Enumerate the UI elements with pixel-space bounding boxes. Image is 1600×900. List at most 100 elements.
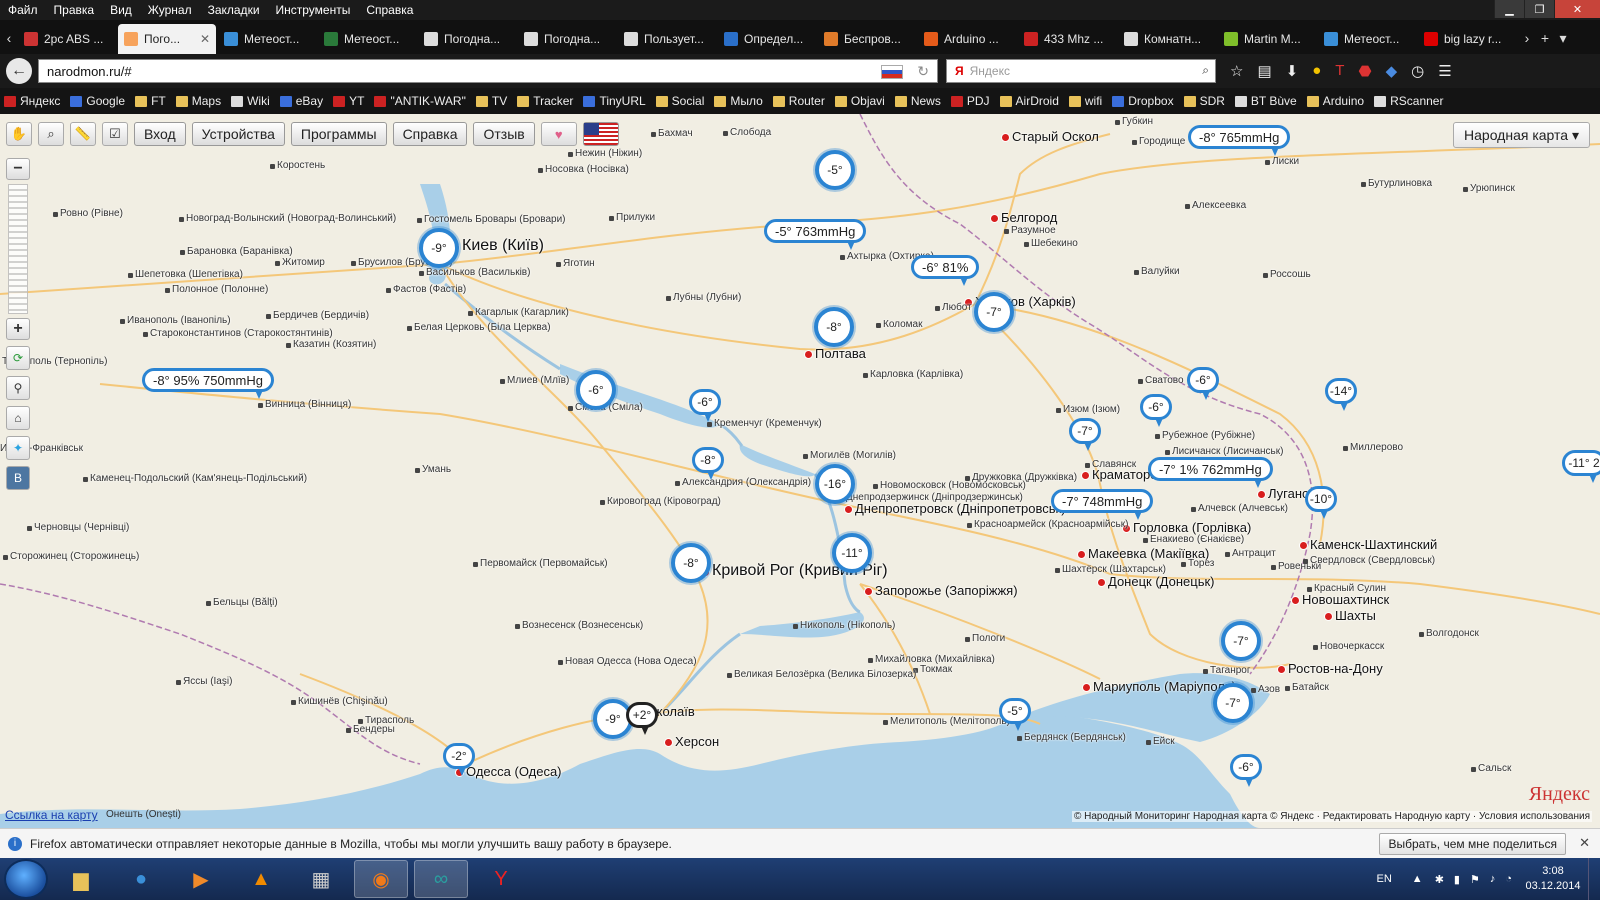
weather-sensor-pin[interactable]: -6° [1230, 754, 1262, 787]
browser-tab[interactable]: Метеост... [218, 24, 316, 54]
weather-sensor-pin[interactable]: -6° [1187, 367, 1219, 400]
weather-sensor-pin[interactable]: -6° [1140, 394, 1172, 427]
vk-icon[interactable]: B [6, 466, 30, 490]
weather-sensor-pin[interactable]: +2° [626, 702, 658, 735]
bookmark-item[interactable]: YT [333, 94, 364, 108]
calculator-icon[interactable]: ▦ [294, 860, 348, 898]
weather-sensor-pin[interactable]: -7° [1069, 418, 1101, 451]
weather-sensor-pin[interactable]: -6° [689, 389, 721, 422]
tabs-scroll-left-icon[interactable]: ‹ [0, 22, 18, 54]
map-copyright[interactable]: © Народный Мониторинг Народная карта © Я… [1072, 811, 1592, 822]
browser-tab[interactable]: Пого... ✕ [118, 24, 216, 54]
tray-expand-icon[interactable]: ▲ [1412, 873, 1423, 885]
help-button[interactable]: Справка [392, 122, 468, 146]
zoom-out-icon[interactable]: − [6, 158, 30, 180]
layer-select[interactable]: Народная карта ▾ [1453, 122, 1590, 148]
weather-station-marker[interactable]: -7° [1221, 621, 1261, 661]
tabs-scroll-right-icon[interactable]: › [1518, 22, 1536, 54]
menu-item[interactable]: Журнал [140, 3, 200, 17]
bookmark-item[interactable]: BT Bùve [1234, 94, 1297, 108]
programs-button[interactable]: Программы [290, 122, 387, 146]
browser-tab[interactable]: Пользует... [618, 24, 716, 54]
weather-sensor-pin[interactable]: -11° 2 [1562, 450, 1600, 483]
new-tab-icon[interactable]: + [1536, 22, 1554, 54]
english-flag-icon[interactable] [582, 122, 619, 146]
reload-icon[interactable]: ↻ [917, 63, 929, 80]
weather-sensor-pin[interactable]: -2° [443, 743, 475, 776]
twitter-icon[interactable]: ✦ [6, 436, 30, 460]
extension-icon[interactable]: ● [1312, 62, 1321, 80]
bookmark-item[interactable]: Maps [175, 94, 221, 108]
bookmark-item[interactable]: eBay [279, 94, 323, 108]
browser-tab[interactable]: Погодна... [518, 24, 616, 54]
bookmark-item[interactable]: PDJ [950, 94, 990, 108]
bookmark-item[interactable]: Мыло [714, 94, 763, 108]
browser-tab[interactable]: 2pc ABS ... [18, 24, 116, 54]
login-button[interactable]: Вход [134, 122, 186, 146]
menu-item[interactable]: Вид [102, 3, 140, 17]
extension-blue-icon[interactable]: ◆ [1386, 62, 1398, 80]
hand-tool-icon[interactable]: ✋ [6, 122, 32, 146]
action-center-icon[interactable]: ⚑ [1470, 873, 1480, 886]
browser-tab[interactable]: Martin M... [1218, 24, 1316, 54]
firefox-icon[interactable]: ◉ [354, 860, 408, 898]
downloads-icon[interactable]: ⬇ [1286, 62, 1299, 80]
bookmark-item[interactable]: "ANTIK-WAR" [374, 94, 466, 108]
arduino-icon[interactable]: ∞ [414, 860, 468, 898]
weather-reading-bubble[interactable]: -7° 1% 762mmHg [1148, 457, 1273, 488]
browser-tab[interactable]: Метеост... [318, 24, 416, 54]
tab-close-icon[interactable]: ✕ [200, 32, 210, 46]
weather-station-marker[interactable]: -16° [815, 464, 855, 504]
weather-station-marker[interactable]: -5° [815, 150, 855, 190]
weather-station-marker[interactable]: -7° [1213, 683, 1253, 723]
bookmark-item[interactable]: TinyURL [583, 94, 646, 108]
weather-sensor-pin[interactable]: -5° [999, 698, 1031, 731]
explorer-icon[interactable]: ▆ [54, 860, 108, 898]
restore-icon[interactable]: ❐ [1524, 0, 1554, 18]
search-input[interactable]: Я Яндекс ⌕ [946, 59, 1216, 83]
weather-sensor-pin[interactable]: -14° [1325, 378, 1357, 411]
weather-station-marker[interactable]: -6° [576, 370, 616, 410]
bookmark-star-icon[interactable]: ☆ [1230, 62, 1243, 80]
minimize-icon[interactable]: ▁ [1494, 0, 1524, 18]
search-icon[interactable]: ⌕ [1202, 63, 1209, 78]
bookmark-item[interactable]: Router [772, 94, 825, 108]
weather-reading-bubble[interactable]: -6° 81% [911, 255, 980, 286]
start-button[interactable] [4, 859, 48, 899]
menu-item[interactable]: Правка [46, 3, 103, 17]
network-icon[interactable]: ▮ [1454, 873, 1460, 886]
close-window-icon[interactable]: ✕ [1554, 0, 1600, 18]
browser-tab[interactable]: big lazy r... [1418, 24, 1516, 54]
menu-item[interactable]: Справка [358, 3, 421, 17]
ruler-icon[interactable]: 📏 [70, 122, 96, 146]
browser-tab[interactable]: Метеост... [1318, 24, 1416, 54]
bookmark-item[interactable]: Arduino [1306, 94, 1364, 108]
menu-item[interactable]: Закладки [200, 3, 268, 17]
devices-button[interactable]: Устройства [191, 122, 285, 146]
weather-reading-bubble[interactable]: -7° 748mmHg [1051, 489, 1154, 520]
volume-icon[interactable]: ♪ [1490, 873, 1496, 885]
bookmark-item[interactable]: News [894, 94, 941, 108]
vlc-icon[interactable]: ▲ [234, 860, 288, 898]
map-link[interactable]: Ссылка на карту [5, 808, 98, 822]
browser-tab[interactable]: Arduino ... [918, 24, 1016, 54]
yandex-browser-icon[interactable]: Y [474, 860, 528, 898]
url-bar[interactable]: narodmon.ru/# ↻ [38, 59, 938, 83]
language-indicator[interactable]: EN [1377, 873, 1392, 885]
ie-icon[interactable]: ● [114, 860, 168, 898]
feedback-button[interactable]: Отзыв [473, 122, 535, 146]
adblock-icon[interactable]: ⬣ [1358, 62, 1371, 80]
bluetooth-icon[interactable]: ✱ [1435, 873, 1444, 886]
menu-item[interactable]: Файл [0, 3, 46, 17]
piggy-bank-icon[interactable]: ♥ [540, 122, 577, 146]
menu-icon[interactable]: ☰ [1438, 62, 1451, 80]
history-icon[interactable]: ◷ [1411, 62, 1424, 80]
zoom-slider[interactable] [8, 184, 28, 314]
weather-station-marker[interactable]: -9° [419, 228, 459, 268]
bookmark-item[interactable]: RScanner [1374, 94, 1443, 108]
bookmark-item[interactable]: Google [70, 94, 125, 108]
wifi-icon[interactable]: ◔ [1505, 873, 1512, 885]
bookmark-item[interactable]: SDR [1183, 94, 1225, 108]
bookmark-item[interactable]: Wiki [231, 94, 270, 108]
bookmark-item[interactable]: Tracker [517, 94, 573, 108]
